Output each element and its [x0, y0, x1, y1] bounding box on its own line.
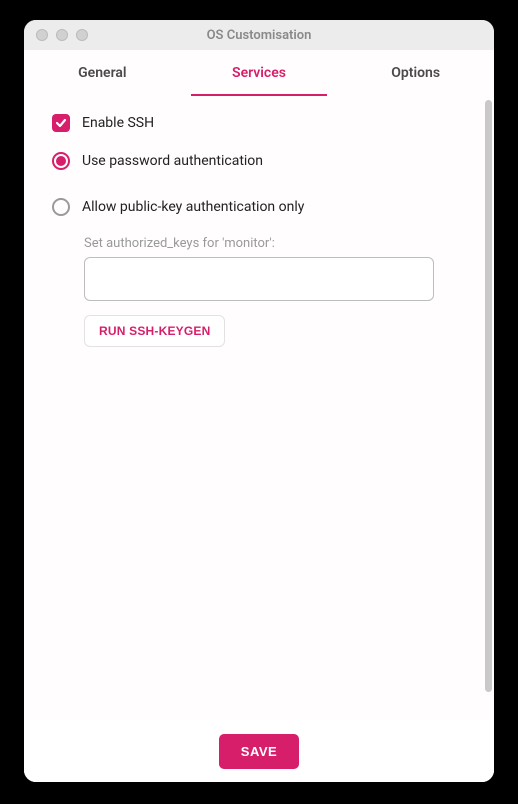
- authorized-keys-section: Set authorized_keys for 'monitor': RUN S…: [84, 236, 466, 347]
- check-icon: [54, 116, 68, 130]
- enable-ssh-label: Enable SSH: [82, 115, 154, 131]
- enable-ssh-checkbox[interactable]: [52, 114, 70, 132]
- radio-password-auth-label: Use password authentication: [82, 153, 263, 169]
- window-controls: [36, 29, 88, 41]
- content-wrap: Enable SSH Use password authentication A…: [24, 96, 494, 720]
- enable-ssh-row[interactable]: Enable SSH: [52, 114, 466, 132]
- window-body: General Services Options Enable SSH: [24, 50, 494, 782]
- zoom-window-button[interactable]: [76, 29, 88, 41]
- footer: SAVE: [24, 720, 494, 782]
- radio-pubkey-auth-button[interactable]: [52, 198, 70, 216]
- minimize-window-button[interactable]: [56, 29, 68, 41]
- services-panel: Enable SSH Use password authentication A…: [24, 96, 494, 720]
- authorized-keys-label: Set authorized_keys for 'monitor':: [84, 236, 466, 251]
- radio-pubkey-auth-label: Allow public-key authentication only: [82, 199, 304, 215]
- tab-general[interactable]: General: [24, 50, 181, 96]
- save-button[interactable]: SAVE: [219, 734, 299, 769]
- radio-password-auth-button[interactable]: [52, 152, 70, 170]
- tab-options[interactable]: Options: [337, 50, 494, 96]
- radio-password-auth[interactable]: Use password authentication: [52, 152, 466, 170]
- tab-bar: General Services Options: [24, 50, 494, 96]
- radio-pubkey-auth[interactable]: Allow public-key authentication only: [52, 198, 466, 216]
- authorized-keys-input[interactable]: [84, 257, 434, 301]
- close-window-button[interactable]: [36, 29, 48, 41]
- ssh-auth-group: Use password authentication Allow public…: [52, 152, 466, 216]
- os-customisation-window: OS Customisation General Services Option…: [24, 20, 494, 782]
- run-ssh-keygen-button[interactable]: RUN SSH-KEYGEN: [84, 315, 225, 347]
- window-title: OS Customisation: [24, 28, 494, 43]
- tab-services[interactable]: Services: [181, 50, 338, 96]
- scrollbar[interactable]: [485, 100, 492, 692]
- titlebar: OS Customisation: [24, 20, 494, 50]
